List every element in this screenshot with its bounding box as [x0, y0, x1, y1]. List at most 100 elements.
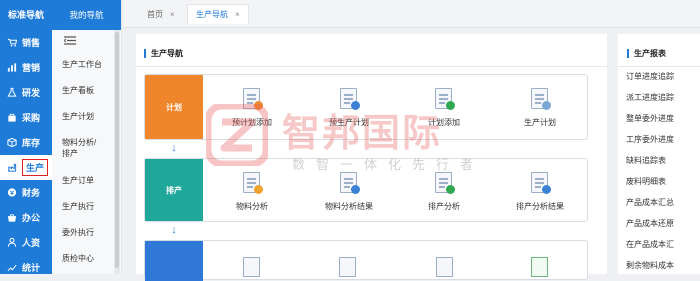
tab-production-nav[interactable]: 生产导航 ×: [187, 4, 249, 24]
rail-item-label: 库存: [22, 138, 41, 148]
flow-item[interactable]: 计划添加: [404, 88, 484, 128]
close-icon[interactable]: ×: [235, 10, 240, 19]
flow-item[interactable]: 物料分析结果: [309, 172, 389, 212]
flow-item[interactable]: 排产分析结果: [500, 172, 580, 212]
doc-search-icon: [529, 88, 551, 110]
rail-item-5[interactable]: 生产: [0, 155, 52, 180]
report-title: 生产报表: [627, 49, 666, 58]
flow-item[interactable]: 预生产计划: [309, 88, 389, 128]
stage-label: 排产: [166, 185, 182, 195]
rail-item-label: 人资: [22, 238, 41, 248]
rail-item-label: 营销: [22, 63, 41, 73]
doc-user-icon: [241, 88, 263, 110]
report-link[interactable]: 在产品成本汇: [626, 239, 700, 250]
briefcase-icon: [7, 213, 17, 223]
flow-item[interactable]: 物料分析: [212, 172, 292, 212]
flow-item-label: 物料分析结果: [325, 202, 373, 211]
divider: [136, 66, 607, 67]
rail-item-label: 统计: [22, 263, 41, 273]
rail-item-1[interactable]: 营销: [0, 55, 52, 80]
clipboard-icon[interactable]: [436, 257, 453, 277]
nav-item[interactable]: 物料分析/排产: [52, 137, 104, 159]
tab-label: 首页: [147, 9, 163, 19]
rail-item-7[interactable]: 办公: [0, 205, 52, 230]
rail-item-6[interactable]: 财务: [0, 180, 52, 205]
nav-item[interactable]: 生产计划: [52, 111, 104, 122]
flow-item-label: 预计划添加: [232, 118, 272, 127]
doc-icon[interactable]: [339, 257, 356, 277]
divider: [618, 66, 700, 67]
doc-icon[interactable]: [243, 257, 260, 277]
flow-item-label: 排产分析结果: [516, 202, 564, 211]
person-icon: [7, 237, 17, 248]
nav-item[interactable]: 质检中心: [52, 253, 104, 264]
doc-clock-icon: [433, 172, 455, 194]
flow-arrow-icon: ↓: [171, 142, 177, 154]
flask-icon: [7, 87, 17, 98]
tab-home[interactable]: 首页 ×: [139, 4, 183, 24]
my-nav-tab[interactable]: 我的导航: [52, 0, 121, 30]
bag-icon: [7, 113, 17, 123]
flow-item-label: 排产分析: [428, 202, 460, 211]
doc-table-icon: [338, 172, 360, 194]
money-icon: [7, 188, 17, 198]
flow-item-label: 物料分析: [236, 202, 268, 211]
rail-item-2[interactable]: 研发: [0, 80, 52, 105]
rail-item-9[interactable]: 统计: [0, 255, 52, 280]
doc-grid-icon: [529, 172, 551, 194]
report-link[interactable]: 派工进度追踪: [626, 92, 700, 103]
tab-bar: 首页 × 生产导航 ×: [123, 0, 700, 28]
menu-toggle[interactable]: [52, 30, 121, 52]
nav-item[interactable]: 生产执行: [52, 201, 104, 212]
close-icon[interactable]: ×: [170, 10, 175, 19]
sheet-icon[interactable]: [531, 257, 548, 277]
nav-scrollbar[interactable]: [114, 30, 120, 274]
nav-item[interactable]: 委外执行: [52, 227, 104, 238]
report-link[interactable]: 订单进度追踪: [626, 71, 700, 82]
cart-icon: [7, 38, 17, 48]
flow-item[interactable]: 预计划添加: [212, 88, 292, 128]
report-link[interactable]: 缺料追踪表: [626, 155, 700, 166]
rail-item-4[interactable]: 库存: [0, 130, 52, 155]
rail-item-label: 财务: [22, 188, 41, 198]
report-link[interactable]: 产品成本还原: [626, 218, 700, 229]
flow-arrow-icon: ↓: [171, 224, 177, 236]
flow-item-label: 计划添加: [428, 118, 460, 127]
production-nav-panel: [136, 34, 607, 274]
doc-chart-icon: [241, 172, 263, 194]
stage-execute: [145, 241, 203, 281]
rail-item-label: 销售: [22, 38, 41, 48]
rail-item-8[interactable]: 人资: [0, 230, 52, 255]
execute-row-box: [144, 240, 588, 280]
flow-item-label: 生产计划: [524, 118, 556, 127]
report-link[interactable]: 工序委外进度: [626, 134, 700, 145]
flow-item[interactable]: 排产分析: [404, 172, 484, 212]
report-link[interactable]: 产品成本汇总: [626, 197, 700, 208]
nav-item[interactable]: 生产订单: [52, 175, 104, 186]
section-title: 生产导航: [144, 49, 183, 58]
rail-item-label: 生产: [22, 159, 49, 176]
report-link[interactable]: 整单委外进度: [626, 113, 700, 124]
box-icon: [7, 137, 17, 148]
nav-item[interactable]: 生产工作台: [52, 59, 104, 70]
doc-add-icon: [433, 88, 455, 110]
rail-item-label: 研发: [22, 88, 41, 98]
rail-title: 标准导航: [7, 10, 44, 20]
stage-plan: 计划: [145, 75, 203, 139]
nav-item[interactable]: 生产看板: [52, 85, 104, 96]
report-link[interactable]: 剩余物料成本: [626, 260, 700, 271]
report-panel: [618, 34, 700, 274]
rail-item-0[interactable]: 销售: [0, 30, 52, 55]
flow-item-label: 预生产计划: [329, 118, 369, 127]
flow-item[interactable]: 生产计划: [500, 88, 580, 128]
main-rail: 标准导航 销售营销研发采购库存生产财务办公人资统计: [0, 0, 52, 274]
tab-label: 生产导航: [196, 10, 228, 19]
rail-item-3[interactable]: 采购: [0, 105, 52, 130]
rail-item-label: 采购: [22, 113, 41, 123]
menu-icon[interactable]: [63, 35, 76, 47]
report-link[interactable]: 废料明细表: [626, 176, 700, 187]
secondary-nav: 我的导航 生产工作台生产看板生产计划物料分析/排产生产订单生产执行委外执行质检中…: [52, 0, 122, 274]
stage-schedule: 排产: [145, 159, 203, 221]
scrollbar-thumb[interactable]: [115, 32, 119, 268]
stats-icon: [7, 263, 17, 273]
